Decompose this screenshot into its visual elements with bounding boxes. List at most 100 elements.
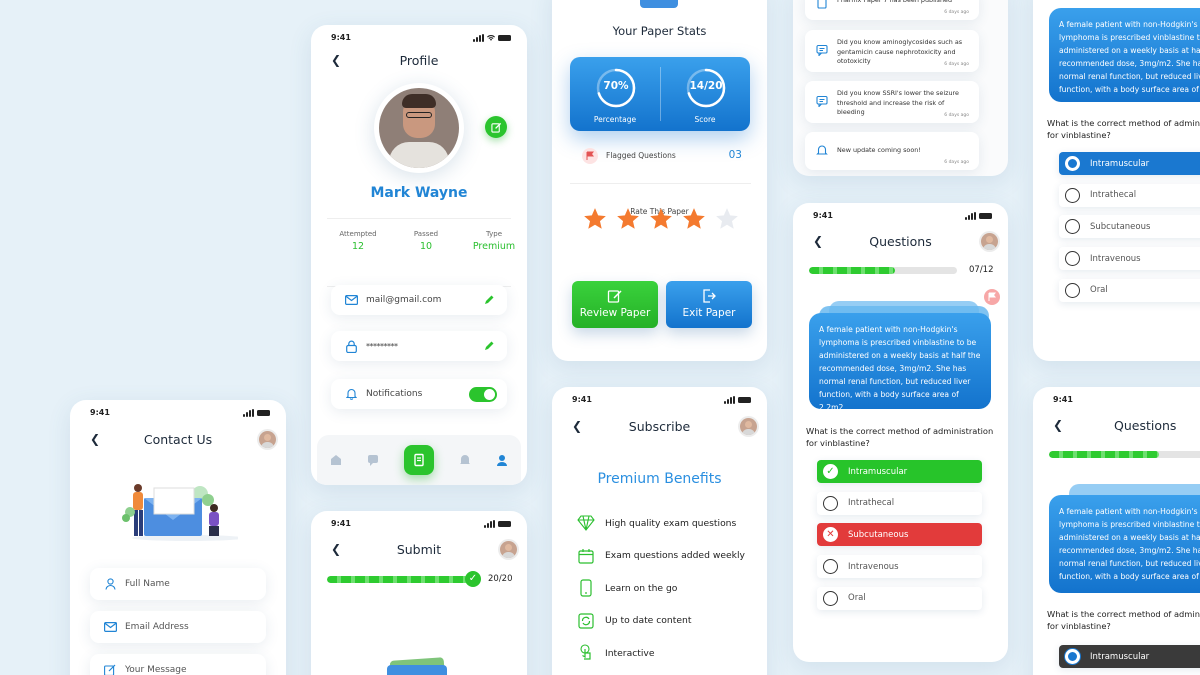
answer-option[interactable]: ✓ Intramuscular bbox=[817, 460, 982, 483]
contact-field[interactable]: Full Name bbox=[90, 568, 266, 600]
stat-value: 12 bbox=[351, 241, 365, 252]
status-bar: 9:41 bbox=[311, 33, 527, 47]
notification-item[interactable]: Did you know aminoglycosides such as gen… bbox=[805, 30, 979, 72]
contact-field[interactable]: Email Address bbox=[90, 611, 266, 643]
notification-item[interactable]: Pharmx Paper 7 has been published 6 days … bbox=[805, 0, 979, 20]
answer-option[interactable]: Oral bbox=[1059, 278, 1200, 302]
notification-time: 6 days ago bbox=[944, 112, 969, 118]
back-button[interactable]: ❮ bbox=[1053, 418, 1063, 432]
answer-option[interactable]: Intrathecal bbox=[817, 491, 982, 515]
notification-item[interactable]: New update coming soon! 6 days ago bbox=[805, 132, 979, 170]
radio-icon bbox=[1065, 282, 1080, 298]
star-filled-icon[interactable] bbox=[582, 206, 608, 232]
flagged-row[interactable]: Flagged Questions 03 bbox=[582, 148, 742, 164]
field-placeholder: Your Message bbox=[125, 665, 187, 675]
avatar[interactable] bbox=[259, 431, 276, 448]
email-field[interactable]: mail@gmail.com bbox=[331, 285, 507, 315]
bell-icon bbox=[816, 144, 828, 156]
star-filled-icon[interactable] bbox=[681, 206, 707, 232]
benefit-item: Interactive bbox=[576, 644, 655, 662]
star-filled-icon[interactable] bbox=[648, 206, 674, 232]
bell-icon[interactable] bbox=[458, 453, 472, 467]
progress-count: 07/12 bbox=[969, 265, 994, 275]
page-title: Questions bbox=[1114, 418, 1177, 433]
benefit-text: Exam questions added weekly bbox=[605, 550, 745, 561]
answer-option[interactable]: Intrathecal bbox=[1059, 183, 1200, 207]
contact-field[interactable]: Your Message bbox=[90, 654, 266, 675]
status-bar: 9:41 bbox=[793, 211, 1008, 225]
mail-icon bbox=[344, 295, 358, 305]
home-icon[interactable] bbox=[329, 453, 343, 467]
edit-avatar-button[interactable] bbox=[485, 116, 507, 138]
edit-password-icon[interactable] bbox=[483, 340, 495, 352]
answer-option[interactable]: Intramuscular bbox=[1059, 645, 1200, 668]
review-paper-button[interactable]: Review Paper bbox=[572, 281, 658, 328]
answer-option[interactable]: Intravenous bbox=[1059, 247, 1200, 271]
mail-icon bbox=[103, 622, 117, 632]
questions-screen-next: 9:41 ❮ Questions A female patient with n… bbox=[1033, 387, 1200, 675]
stats-panel: 70% Percentage 14/20 Score bbox=[570, 57, 750, 131]
field-placeholder: Email Address bbox=[125, 622, 189, 632]
answer-option[interactable]: Subcutaneous bbox=[1059, 215, 1200, 239]
papers-illustration bbox=[383, 657, 453, 675]
progress-count: 20/20 bbox=[488, 574, 513, 584]
percentage-label: Percentage bbox=[593, 115, 637, 124]
notification-text: New update coming soon! bbox=[837, 146, 921, 154]
avatar[interactable] bbox=[500, 541, 517, 558]
answer-option[interactable]: ✕ Subcutaneous bbox=[817, 523, 982, 547]
status-time: 9:41 bbox=[1053, 395, 1073, 404]
benefit-text: Learn on the go bbox=[605, 582, 678, 594]
answer-label: Intravenous bbox=[1090, 253, 1141, 264]
answer-option[interactable]: Intramuscular bbox=[1059, 152, 1200, 175]
benefit-item: Learn on the go bbox=[576, 579, 677, 597]
stat-attempted: Attempted 12 bbox=[321, 230, 395, 252]
answer-option[interactable]: Oral bbox=[817, 586, 982, 610]
battery-icon bbox=[498, 35, 511, 41]
paper-stats-screen: Your Paper Stats 70% Percentage 14/20 Sc… bbox=[552, 0, 767, 361]
password-field[interactable]: ********* bbox=[331, 331, 507, 361]
divider bbox=[327, 218, 511, 219]
percentage-value: 70% bbox=[603, 80, 629, 92]
score-label: Score bbox=[694, 115, 716, 124]
progress-fill bbox=[1049, 451, 1160, 458]
touch-icon bbox=[576, 644, 596, 662]
stat-label: Attempted bbox=[339, 230, 377, 238]
nav-paper-active[interactable] bbox=[403, 445, 434, 475]
benefit-text: Interactive bbox=[605, 647, 655, 659]
submit-progress-bar bbox=[327, 576, 473, 583]
edit-email-icon[interactable] bbox=[483, 294, 495, 306]
questions-screen: 9:41 ❮ Questions 07/12 A female patient … bbox=[793, 203, 1008, 662]
benefit-item: High quality exam questions bbox=[576, 514, 736, 532]
chat-icon bbox=[816, 44, 828, 57]
notifications-row: Notifications bbox=[331, 379, 507, 409]
chat-icon[interactable] bbox=[366, 453, 380, 467]
case-text: A female patient with non-Hodgkin's lymp… bbox=[809, 313, 991, 412]
status-time: 9:41 bbox=[813, 211, 833, 220]
benefit-text: High quality exam questions bbox=[605, 517, 737, 529]
benefit-item: Exam questions added weekly bbox=[576, 547, 745, 565]
page-title: Subscribe bbox=[628, 419, 691, 434]
question-text: What is the correct method of administra… bbox=[1047, 609, 1200, 631]
star-filled-icon[interactable] bbox=[615, 206, 641, 232]
status-time: 9:41 bbox=[331, 519, 351, 528]
case-text: A female patient with non-Hodgkin's lymp… bbox=[1049, 8, 1200, 102]
status-bar: 9:41 bbox=[1033, 395, 1200, 409]
answer-label: Intravenous bbox=[848, 561, 899, 572]
answer-label: Intramuscular bbox=[1090, 651, 1150, 662]
exit-paper-button[interactable]: Exit Paper bbox=[666, 281, 752, 328]
status-time: 9:41 bbox=[90, 408, 110, 417]
avatar[interactable] bbox=[981, 233, 998, 250]
notifications-toggle[interactable] bbox=[469, 386, 497, 402]
notification-item[interactable]: Did you know SSRI's lower the seizure th… bbox=[805, 81, 979, 123]
signal-icon bbox=[473, 34, 484, 42]
star-empty-icon[interactable] bbox=[714, 206, 740, 232]
battery-icon bbox=[738, 397, 751, 403]
flagged-count: 03 bbox=[728, 149, 742, 161]
progress-fill bbox=[809, 267, 896, 274]
avatar[interactable] bbox=[740, 418, 757, 435]
answer-option[interactable]: Intravenous bbox=[817, 555, 982, 579]
email-value: mail@gmail.com bbox=[366, 295, 442, 305]
page-title: Submit bbox=[396, 542, 442, 557]
user-icon[interactable] bbox=[495, 453, 509, 467]
flag-question-button[interactable] bbox=[984, 289, 1000, 305]
